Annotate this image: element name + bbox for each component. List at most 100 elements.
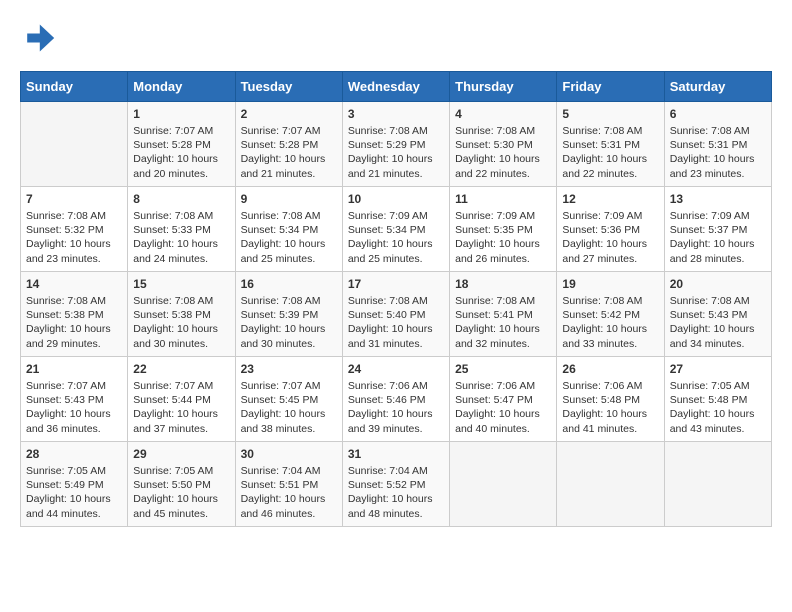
calendar-cell: 29Sunrise: 7:05 AM Sunset: 5:50 PM Dayli…: [128, 442, 235, 527]
calendar-cell: 6 Sunrise: 7:08 AM Sunset: 5:31 PM Daylig…: [664, 102, 771, 187]
day-info: Sunrise: 7:05 AM Sunset: 5:49 PM Dayligh…: [26, 464, 122, 521]
day-info: Sunrise: 7:08 AM Sunset: 5:31 PM Dayligh…: [670, 124, 766, 181]
day-number: 9: [241, 192, 337, 206]
header-monday: Monday: [128, 72, 235, 102]
day-info: Sunrise: 7:07 AM Sunset: 5:28 PM Dayligh…: [241, 124, 337, 181]
calendar-cell: 13 Sunrise: 7:09 AM Sunset: 5:37 PM Dayli…: [664, 187, 771, 272]
page-header: [20, 20, 772, 56]
day-number: 19: [562, 277, 658, 291]
calendar-cell: 16 Sunrise: 7:08 AM Sunset: 5:39 PM Dayli…: [235, 272, 342, 357]
day-info: Sunrise: 7:07 AM Sunset: 5:44 PM Dayligh…: [133, 379, 229, 436]
day-info: Sunrise: 7:08 AM Sunset: 5:38 PM Dayligh…: [26, 294, 122, 351]
day-number: 31: [348, 447, 444, 461]
header-tuesday: Tuesday: [235, 72, 342, 102]
calendar-cell: 24 Sunrise: 7:06 AM Sunset: 5:46 PM Dayli…: [342, 357, 449, 442]
calendar-cell: 12 Sunrise: 7:09 AM Sunset: 5:36 PM Dayli…: [557, 187, 664, 272]
day-number: 22: [133, 362, 229, 376]
day-number: 12: [562, 192, 658, 206]
header-friday: Friday: [557, 72, 664, 102]
day-info: Sunrise: 7:08 AM Sunset: 5:34 PM Dayligh…: [241, 209, 337, 266]
day-info: Sunrise: 7:05 AM Sunset: 5:48 PM Dayligh…: [670, 379, 766, 436]
calendar-week-3: 14 Sunrise: 7:08 AM Sunset: 5:38 PM Dayli…: [21, 272, 772, 357]
day-info: Sunrise: 7:06 AM Sunset: 5:46 PM Dayligh…: [348, 379, 444, 436]
calendar-cell: 10 Sunrise: 7:09 AM Sunset: 5:34 PM Dayli…: [342, 187, 449, 272]
day-number: 6: [670, 107, 766, 121]
day-number: 8: [133, 192, 229, 206]
calendar-table: SundayMondayTuesdayWednesdayThursdayFrid…: [20, 71, 772, 527]
day-info: Sunrise: 7:09 AM Sunset: 5:37 PM Dayligh…: [670, 209, 766, 266]
day-number: 17: [348, 277, 444, 291]
calendar-cell: 31 Sunrise: 7:04 AM Sunset: 5:52 PM Dayli…: [342, 442, 449, 527]
calendar-cell: 14 Sunrise: 7:08 AM Sunset: 5:38 PM Dayli…: [21, 272, 128, 357]
day-info: Sunrise: 7:07 AM Sunset: 5:45 PM Dayligh…: [241, 379, 337, 436]
day-number: 4: [455, 107, 551, 121]
calendar-week-1: 1 Sunrise: 7:07 AM Sunset: 5:28 PM Daylig…: [21, 102, 772, 187]
day-number: 16: [241, 277, 337, 291]
calendar-header-row: SundayMondayTuesdayWednesdayThursdayFrid…: [21, 72, 772, 102]
day-info: Sunrise: 7:08 AM Sunset: 5:32 PM Dayligh…: [26, 209, 122, 266]
calendar-week-4: 21Sunrise: 7:07 AM Sunset: 5:43 PM Dayli…: [21, 357, 772, 442]
calendar-cell: 28 Sunrise: 7:05 AM Sunset: 5:49 PM Dayli…: [21, 442, 128, 527]
day-info: Sunrise: 7:08 AM Sunset: 5:30 PM Dayligh…: [455, 124, 551, 181]
day-number: 14: [26, 277, 122, 291]
day-number: 28: [26, 447, 122, 461]
day-info: Sunrise: 7:04 AM Sunset: 5:52 PM Dayligh…: [348, 464, 444, 521]
calendar-cell: [664, 442, 771, 527]
day-number: 13: [670, 192, 766, 206]
header-sunday: Sunday: [21, 72, 128, 102]
calendar-cell: 27Sunrise: 7:05 AM Sunset: 5:48 PM Dayli…: [664, 357, 771, 442]
header-thursday: Thursday: [450, 72, 557, 102]
calendar-cell: 7 Sunrise: 7:08 AM Sunset: 5:32 PM Daylig…: [21, 187, 128, 272]
day-number: 11: [455, 192, 551, 206]
day-number: 10: [348, 192, 444, 206]
calendar-cell: 1 Sunrise: 7:07 AM Sunset: 5:28 PM Daylig…: [128, 102, 235, 187]
day-number: 2: [241, 107, 337, 121]
day-info: Sunrise: 7:08 AM Sunset: 5:31 PM Dayligh…: [562, 124, 658, 181]
logo-icon: [20, 20, 56, 56]
day-info: Sunrise: 7:08 AM Sunset: 5:40 PM Dayligh…: [348, 294, 444, 351]
day-number: 7: [26, 192, 122, 206]
day-info: Sunrise: 7:08 AM Sunset: 5:38 PM Dayligh…: [133, 294, 229, 351]
logo: [20, 20, 62, 56]
calendar-cell: 30Sunrise: 7:04 AM Sunset: 5:51 PM Dayli…: [235, 442, 342, 527]
day-info: Sunrise: 7:06 AM Sunset: 5:47 PM Dayligh…: [455, 379, 551, 436]
day-info: Sunrise: 7:08 AM Sunset: 5:42 PM Dayligh…: [562, 294, 658, 351]
day-info: Sunrise: 7:09 AM Sunset: 5:34 PM Dayligh…: [348, 209, 444, 266]
calendar-cell: 5 Sunrise: 7:08 AM Sunset: 5:31 PM Daylig…: [557, 102, 664, 187]
calendar-week-2: 7 Sunrise: 7:08 AM Sunset: 5:32 PM Daylig…: [21, 187, 772, 272]
day-info: Sunrise: 7:06 AM Sunset: 5:48 PM Dayligh…: [562, 379, 658, 436]
calendar-cell: 15Sunrise: 7:08 AM Sunset: 5:38 PM Dayli…: [128, 272, 235, 357]
calendar-cell: 23 Sunrise: 7:07 AM Sunset: 5:45 PM Dayli…: [235, 357, 342, 442]
day-number: 24: [348, 362, 444, 376]
day-info: Sunrise: 7:08 AM Sunset: 5:39 PM Dayligh…: [241, 294, 337, 351]
calendar-cell: [450, 442, 557, 527]
calendar-week-5: 28 Sunrise: 7:05 AM Sunset: 5:49 PM Dayli…: [21, 442, 772, 527]
calendar-cell: 25 Sunrise: 7:06 AM Sunset: 5:47 PM Dayli…: [450, 357, 557, 442]
day-number: 23: [241, 362, 337, 376]
day-info: Sunrise: 7:09 AM Sunset: 5:35 PM Dayligh…: [455, 209, 551, 266]
calendar-cell: 18Sunrise: 7:08 AM Sunset: 5:41 PM Dayli…: [450, 272, 557, 357]
calendar-cell: [557, 442, 664, 527]
calendar-cell: 21Sunrise: 7:07 AM Sunset: 5:43 PM Dayli…: [21, 357, 128, 442]
header-wednesday: Wednesday: [342, 72, 449, 102]
calendar-cell: 2 Sunrise: 7:07 AM Sunset: 5:28 PM Daylig…: [235, 102, 342, 187]
day-number: 20: [670, 277, 766, 291]
calendar-cell: 17 Sunrise: 7:08 AM Sunset: 5:40 PM Dayli…: [342, 272, 449, 357]
calendar-cell: 20 Sunrise: 7:08 AM Sunset: 5:43 PM Dayli…: [664, 272, 771, 357]
day-number: 3: [348, 107, 444, 121]
header-saturday: Saturday: [664, 72, 771, 102]
day-number: 5: [562, 107, 658, 121]
day-info: Sunrise: 7:08 AM Sunset: 5:43 PM Dayligh…: [670, 294, 766, 351]
day-number: 30: [241, 447, 337, 461]
day-info: Sunrise: 7:07 AM Sunset: 5:28 PM Dayligh…: [133, 124, 229, 181]
day-number: 25: [455, 362, 551, 376]
day-number: 26: [562, 362, 658, 376]
calendar-cell: 9 Sunrise: 7:08 AM Sunset: 5:34 PM Daylig…: [235, 187, 342, 272]
day-number: 18: [455, 277, 551, 291]
calendar-cell: 8Sunrise: 7:08 AM Sunset: 5:33 PM Daylig…: [128, 187, 235, 272]
day-info: Sunrise: 7:09 AM Sunset: 5:36 PM Dayligh…: [562, 209, 658, 266]
day-number: 1: [133, 107, 229, 121]
calendar-cell: 19 Sunrise: 7:08 AM Sunset: 5:42 PM Dayli…: [557, 272, 664, 357]
calendar-cell: 3 Sunrise: 7:08 AM Sunset: 5:29 PM Daylig…: [342, 102, 449, 187]
day-info: Sunrise: 7:08 AM Sunset: 5:29 PM Dayligh…: [348, 124, 444, 181]
